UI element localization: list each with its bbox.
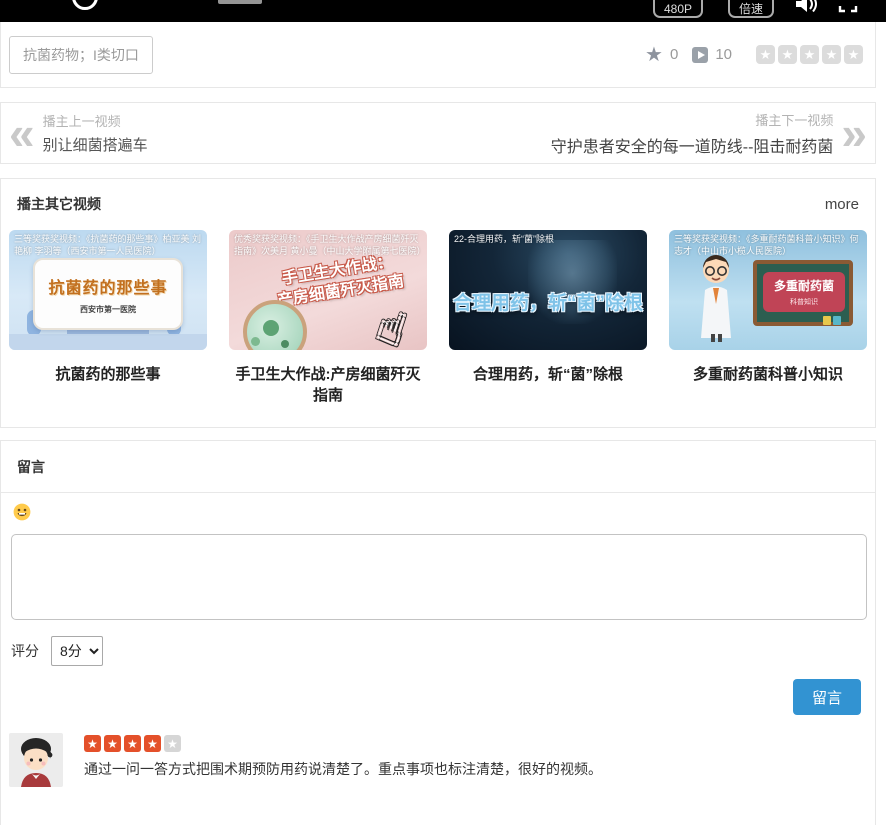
thumbnail-title-panel: 多重耐药菌 科普知识 bbox=[763, 272, 845, 312]
video-thumbnail[interactable]: 三等奖获奖视频：《抗菌药的那些事》柏亚美 刘艳柳 李羽等（西安市第一人民医院） … bbox=[9, 230, 207, 350]
rating-star-icon[interactable]: ★ bbox=[778, 45, 797, 64]
fullscreen-icon[interactable] bbox=[838, 0, 858, 18]
rating-star-icon[interactable]: ★ bbox=[822, 45, 841, 64]
play-count: 10 bbox=[692, 46, 732, 63]
video-caption[interactable]: 多重耐药菌科普小知识 bbox=[669, 363, 867, 384]
comment-star-icon: ★ bbox=[124, 735, 141, 752]
decor-ground bbox=[9, 334, 207, 350]
quality-button[interactable]: 480P bbox=[653, 0, 703, 18]
comment-text: 通过一问一答方式把围术期预防用药说清楚了。重点事项也标注清楚，很好的视频。 bbox=[84, 759, 602, 780]
rating-star-icon[interactable]: ★ bbox=[800, 45, 819, 64]
decor-books bbox=[823, 316, 841, 325]
rating-star-icon[interactable]: ★ bbox=[756, 45, 775, 64]
other-videos-title: 播主其它视频 bbox=[17, 194, 101, 214]
video-caption[interactable]: 合理用药，斩“菌”除根 bbox=[449, 363, 647, 384]
thumbnail-overlay-text: 优秀奖获奖视频：《手卫生大作战产房细菌歼灭指南》次美月 黄小曼（中山大学附属第七… bbox=[234, 233, 422, 257]
video-card[interactable]: 三等奖获奖视频：《抗菌药的那些事》柏亚美 刘艳柳 李羽等（西安市第一人民医院） … bbox=[9, 230, 207, 405]
thumbnail-title-panel: 抗菌药的那些事 西安市第一医院 bbox=[33, 258, 183, 330]
player-time-text bbox=[218, 0, 262, 4]
thumbnail-overlay-text: 三等奖获奖视频：《抗菌药的那些事》柏亚美 刘艳柳 李羽等（西安市第一人民医院） bbox=[14, 233, 202, 257]
prev-video-title[interactable]: 别让细菌搭遍车 bbox=[43, 134, 148, 155]
comment-star-icon: ★ bbox=[164, 735, 181, 752]
video-info-bar: 抗菌药物；I类切口 ★ 0 10 ★★★★★ bbox=[0, 22, 876, 88]
comment-input[interactable] bbox=[11, 534, 867, 620]
comment-item: ★★★★★ 通过一问一答方式把围术期预防用药说清楚了。重点事项也标注清楚，很好的… bbox=[1, 715, 875, 787]
favorite-count-value: 0 bbox=[670, 46, 678, 63]
next-video-title[interactable]: 守护患者安全的每一道防线--阻击耐药菌 bbox=[551, 133, 834, 157]
thumbnail-overlay-text: 三等奖获奖视频：《多重耐药菌科普小知识》何志才（中山市小榄人民医院） bbox=[674, 233, 862, 257]
comment-stars: ★★★★★ bbox=[84, 735, 602, 752]
video-thumbnail[interactable]: 优秀奖获奖视频：《手卫生大作战产房细菌歼灭指南》次美月 黄小曼（中山大学附属第七… bbox=[229, 230, 427, 350]
video-card[interactable]: 三等奖获奖视频：《多重耐药菌科普小知识》何志才（中山市小榄人民医院） 多重耐药菌… bbox=[669, 230, 867, 405]
video-card[interactable]: 22-合理用药，斩“菌”除根 合理用药，斩“菌”除根 合理用药，斩“菌”除根 bbox=[449, 230, 647, 405]
video-caption[interactable]: 抗菌药的那些事 bbox=[9, 363, 207, 384]
thumbnail-title: 多重耐药菌 bbox=[774, 277, 834, 294]
player-logo-icon bbox=[72, 0, 98, 10]
video-caption[interactable]: 手卫生大作战:产房细菌歼灭指南 bbox=[229, 363, 427, 405]
comment-star-icon: ★ bbox=[144, 735, 161, 752]
hand-cursor-icon: ☝ bbox=[371, 300, 412, 350]
next-chevron-icon: » bbox=[841, 113, 867, 153]
emoji-picker-icon[interactable] bbox=[13, 503, 31, 521]
thumbnail-subtitle: 西安市第一医院 bbox=[80, 304, 136, 315]
playback-speed-button[interactable]: 倍速 bbox=[728, 0, 774, 18]
video-navigation: « 播主上一视频 别让细菌搭遍车 播主下一视频 守护患者安全的每一道防线--阻击… bbox=[0, 102, 876, 164]
more-link[interactable]: more bbox=[825, 196, 859, 213]
germ-icon bbox=[281, 340, 289, 348]
comment-star-icon: ★ bbox=[104, 735, 121, 752]
submit-comment-button[interactable]: 留言 bbox=[793, 679, 861, 715]
video-card[interactable]: 优秀奖获奖视频：《手卫生大作战产房细菌歼灭指南》次美月 黄小曼（中山大学附属第七… bbox=[229, 230, 427, 405]
comment-star-icon: ★ bbox=[84, 735, 101, 752]
favorite-star-icon[interactable]: ★ bbox=[645, 45, 663, 65]
prev-chevron-icon: « bbox=[9, 113, 35, 153]
next-video-link[interactable]: 播主下一视频 守护患者安全的每一道防线--阻击耐药菌 » bbox=[551, 110, 867, 157]
rating-select[interactable]: 8分 bbox=[51, 636, 103, 666]
favorite-count: ★ 0 bbox=[645, 45, 678, 65]
video-thumbnail[interactable]: 22-合理用药，斩“菌”除根 合理用药，斩“菌”除根 bbox=[449, 230, 647, 350]
video-player-bar: 480P 倍速 bbox=[0, 0, 886, 22]
next-video-label: 播主下一视频 bbox=[551, 110, 834, 129]
doctor-illustration bbox=[687, 246, 745, 346]
thumbnail-title: 抗菌药的那些事 bbox=[48, 274, 167, 298]
video-rating-stars: ★★★★★ bbox=[756, 45, 863, 64]
thumbnail-overlay-text: 22-合理用药，斩“菌”除根 bbox=[454, 233, 642, 245]
rating-label: 评分 bbox=[11, 641, 39, 661]
video-tag: 抗菌药物；I类切口 bbox=[9, 36, 153, 74]
thumbnail-subtitle: 科普知识 bbox=[790, 297, 818, 307]
play-count-icon bbox=[692, 47, 708, 63]
volume-icon[interactable] bbox=[794, 0, 818, 20]
avatar bbox=[9, 733, 63, 787]
other-videos-section: 播主其它视频 more 三等奖获奖视频：《抗菌药的那些事》柏亚美 刘艳柳 李羽等… bbox=[0, 178, 876, 428]
prev-video-link[interactable]: « 播主上一视频 别让细菌搭遍车 bbox=[9, 111, 148, 155]
comments-title: 留言 bbox=[1, 441, 875, 492]
germ-icon bbox=[251, 337, 260, 346]
video-thumbnail[interactable]: 三等奖获奖视频：《多重耐药菌科普小知识》何志才（中山市小榄人民医院） 多重耐药菌… bbox=[669, 230, 867, 350]
prev-video-label: 播主上一视频 bbox=[43, 111, 148, 130]
germ-icon bbox=[263, 320, 279, 336]
video-stats: ★ 0 10 ★★★★★ bbox=[645, 45, 863, 65]
comments-section: 留言 评分 8分 留言 bbox=[0, 440, 876, 825]
thumbnail-title: 合理用药，斩“菌”除根 bbox=[449, 288, 647, 315]
play-count-value: 10 bbox=[715, 46, 732, 63]
rating-star-icon[interactable]: ★ bbox=[844, 45, 863, 64]
